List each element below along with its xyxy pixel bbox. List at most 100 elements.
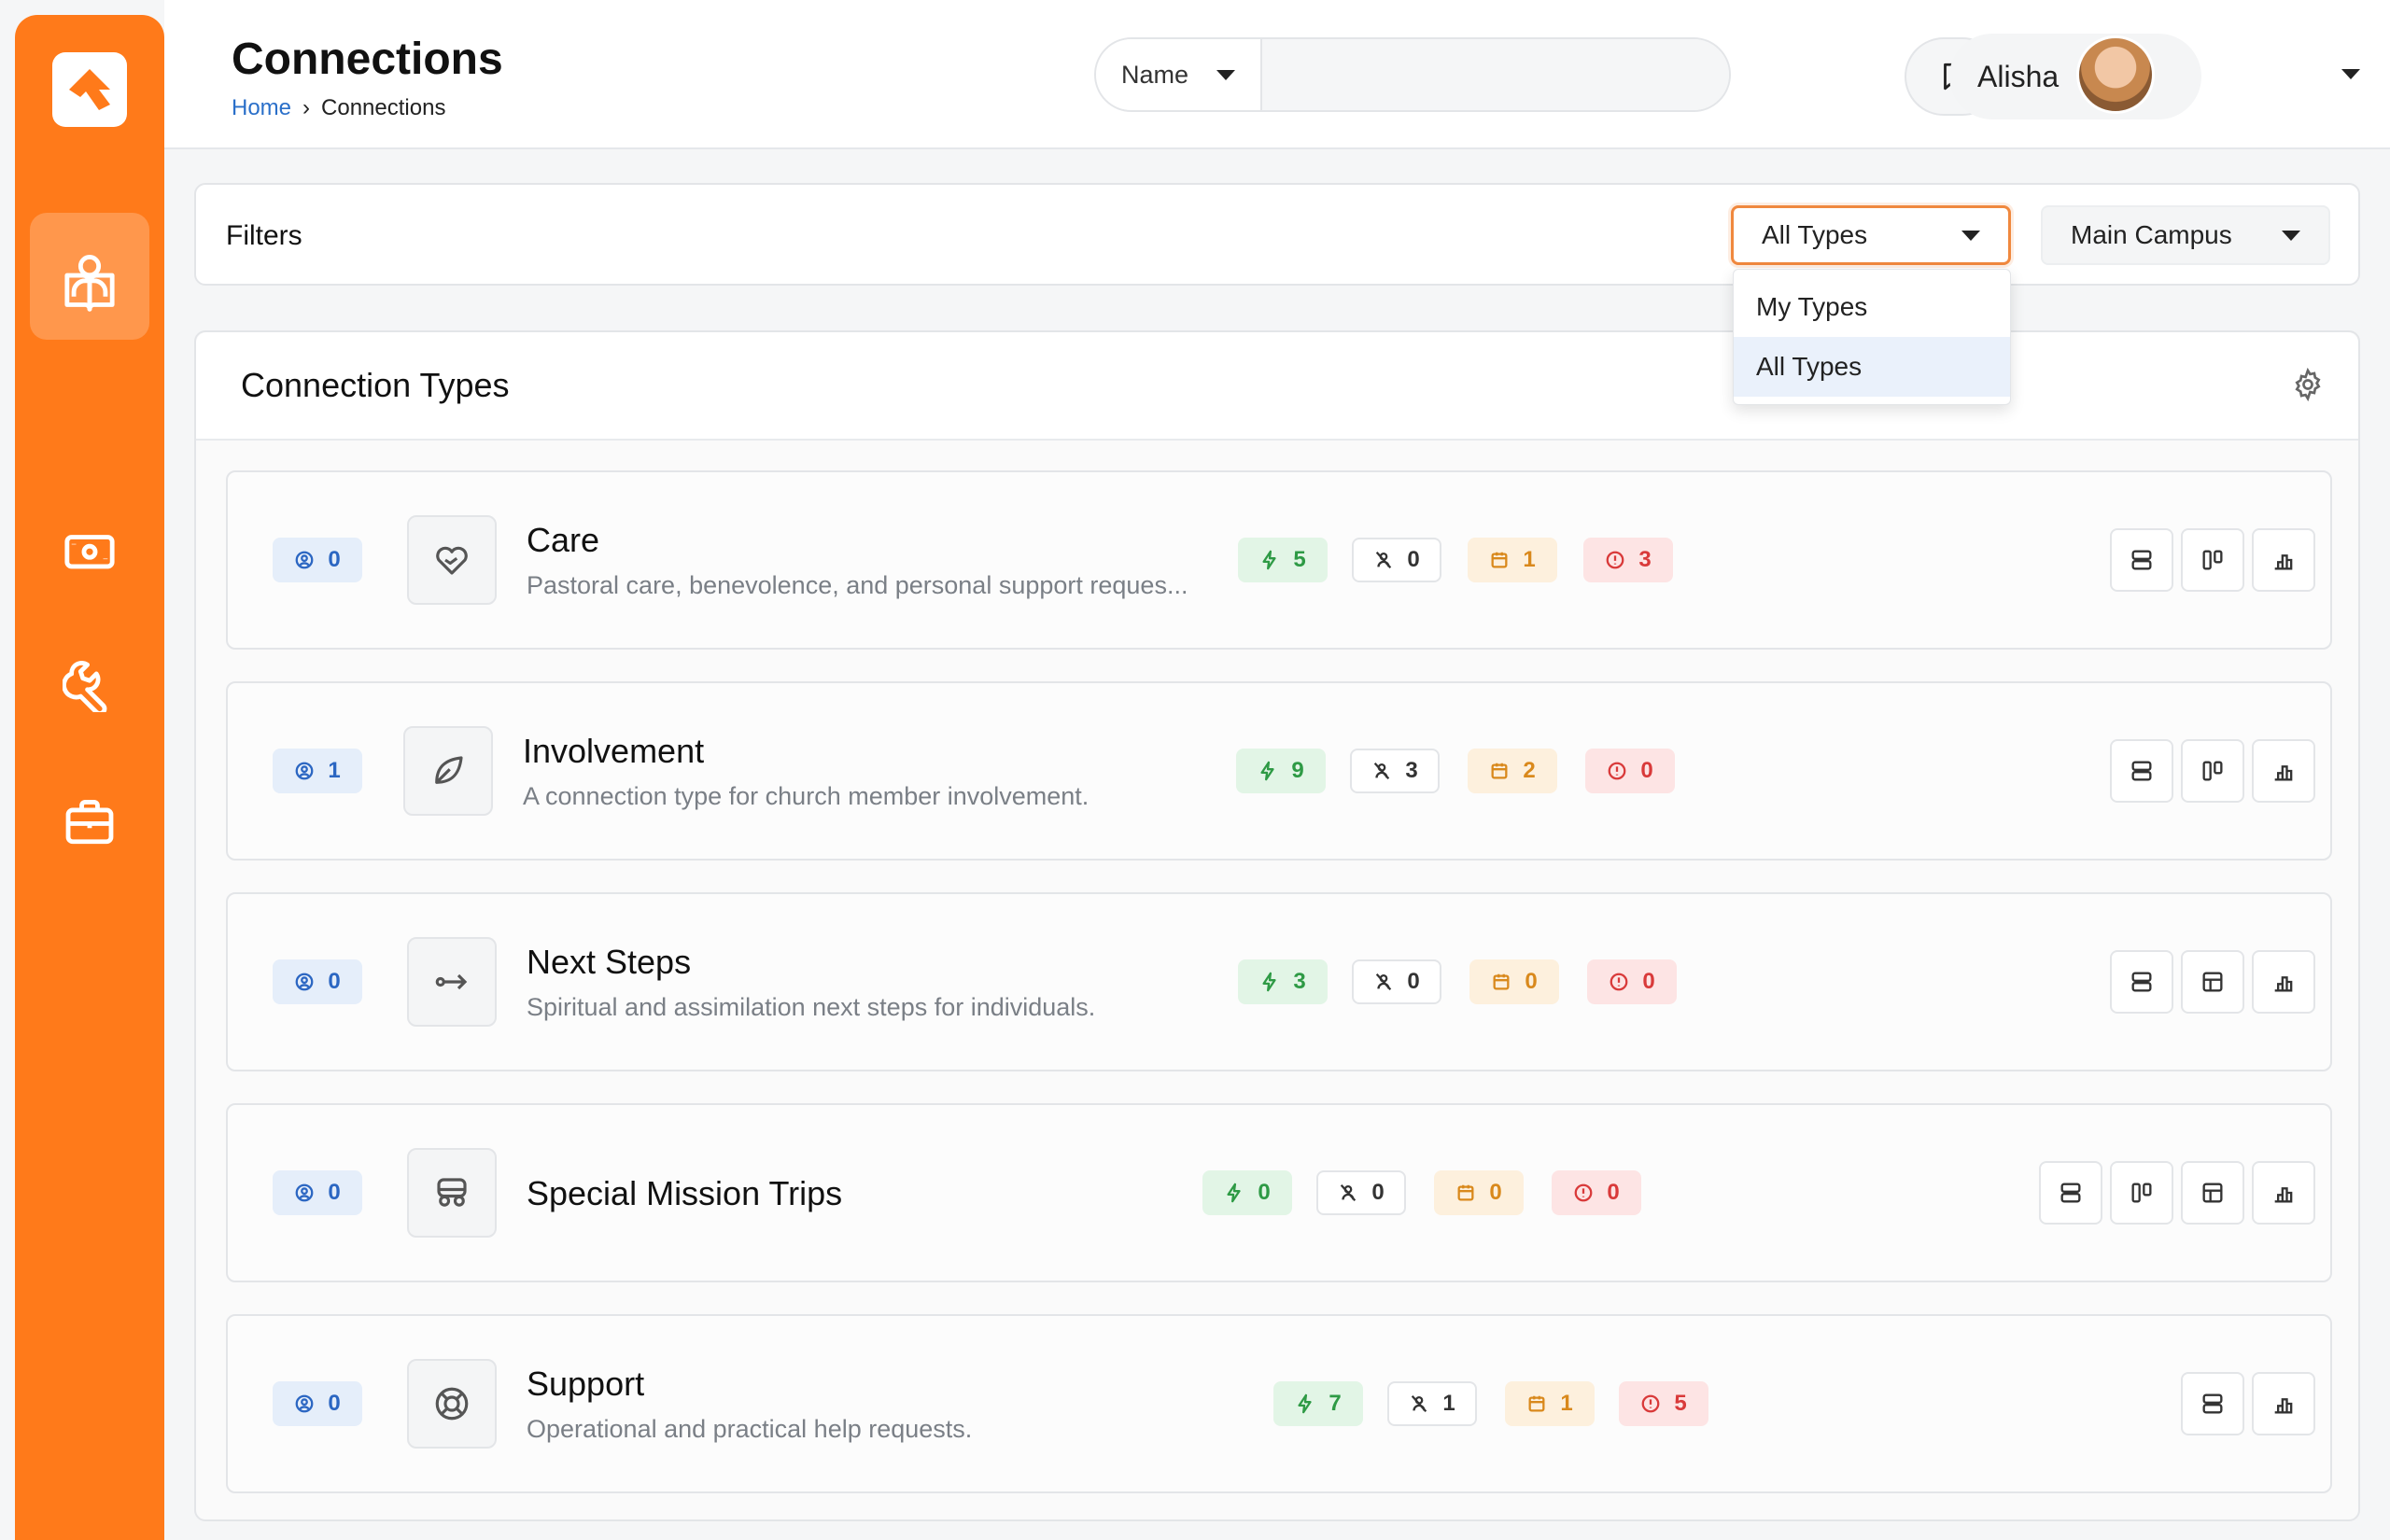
search-type-label: Name	[1120, 60, 1189, 89]
board-icon	[2131, 1183, 2152, 1203]
assigned-count: 0	[328, 969, 341, 994]
list-view-button[interactable]	[2110, 528, 2173, 592]
type-name[interactable]: Care	[527, 521, 599, 560]
list-view-button[interactable]	[2110, 739, 2173, 803]
campus-filter-value: Main Campus	[2071, 220, 2232, 249]
list-view-button[interactable]	[2039, 1161, 2102, 1225]
type-filter-value: All Types	[1762, 220, 1868, 249]
unassigned-count-badge: 0	[1316, 1170, 1406, 1215]
analytics-button[interactable]	[2252, 1372, 2315, 1435]
critical-count-badge: 3	[1583, 538, 1673, 582]
user-off-icon	[1374, 762, 1390, 780]
critical-count: 0	[1607, 1180, 1620, 1205]
user-off-icon	[1376, 973, 1392, 991]
connection-type-card[interactable]: 0 Support Operational and practical help…	[226, 1314, 2332, 1493]
active-count-badge: 3	[1238, 959, 1328, 1004]
analytics-button[interactable]	[2252, 739, 2315, 803]
type-name[interactable]: Special Mission Trips	[527, 1174, 842, 1213]
user-name: Alisha	[1977, 59, 2060, 93]
sidebar-item-finance[interactable]	[30, 487, 149, 614]
scheduled-count-badge: 1	[1505, 1381, 1595, 1426]
active-count: 7	[1329, 1391, 1342, 1416]
active-count-badge: 5	[1238, 538, 1328, 582]
assigned-count: 0	[328, 1180, 341, 1205]
user-off-icon	[1412, 1394, 1427, 1413]
breadcrumb: Home › Connections	[232, 95, 445, 121]
connection-type-card[interactable]: 0 Special Mission Trips 0 0 0 0	[226, 1103, 2332, 1282]
search-input[interactable]	[1262, 39, 1729, 110]
rows-icon	[2131, 972, 2152, 992]
alert-circle-icon	[1574, 1183, 1593, 1202]
board-view-button[interactable]	[2110, 1161, 2173, 1225]
critical-count-badge: 0	[1585, 749, 1675, 793]
scheduled-count: 2	[1523, 758, 1536, 783]
gear-icon[interactable]	[2291, 368, 2325, 401]
grid-icon	[2202, 972, 2223, 992]
panel-header: Connection Types	[196, 332, 2358, 441]
board-view-button[interactable]	[2181, 528, 2244, 592]
hand-heart-icon	[436, 546, 468, 575]
bar-chart-icon	[2274, 1187, 2293, 1203]
search-bar: Name	[1094, 37, 1731, 112]
user-circle-icon	[295, 1183, 314, 1202]
connection-type-card[interactable]: 0 Care Pastoral care, benevolence, and p…	[226, 470, 2332, 650]
user-chevron-down-icon[interactable]	[2341, 69, 2360, 79]
bolt-icon	[1260, 761, 1274, 781]
dropdown-option-all-types[interactable]: All Types	[1734, 337, 2010, 397]
assigned-count-badge: 0	[273, 1381, 362, 1426]
active-count: 9	[1291, 758, 1304, 783]
analytics-button[interactable]	[2252, 1161, 2315, 1225]
type-name[interactable]: Support	[527, 1365, 644, 1404]
filters-label: Filters	[226, 220, 302, 251]
user-circle-icon	[295, 551, 314, 569]
critical-count-badge: 5	[1619, 1381, 1708, 1426]
calendar-icon	[1491, 552, 1508, 568]
assigned-count: 0	[328, 1391, 341, 1416]
campus-filter-select[interactable]: Main Campus	[2041, 205, 2330, 265]
analytics-button[interactable]	[2252, 950, 2315, 1014]
connection-type-card[interactable]: 1 Involvement A connection type for chur…	[226, 681, 2332, 861]
assigned-count: 0	[328, 547, 341, 572]
grid-icon	[2202, 1183, 2223, 1203]
type-name[interactable]: Involvement	[523, 732, 704, 771]
rows-icon	[2060, 1183, 2081, 1203]
user-menu[interactable]: Alisha	[1949, 34, 2201, 119]
connection-type-card[interactable]: 0 Next Steps Spiritual and assimilation …	[226, 892, 2332, 1071]
dropdown-option-my-types[interactable]: My Types	[1734, 277, 2010, 337]
logo[interactable]	[52, 52, 127, 127]
avatar[interactable]	[2076, 35, 2155, 114]
type-filter-select[interactable]: All Types	[1731, 205, 2011, 265]
scheduled-count: 0	[1489, 1180, 1502, 1205]
active-count: 3	[1293, 969, 1306, 994]
alert-circle-icon	[1641, 1394, 1660, 1413]
grid-view-button[interactable]	[2181, 1161, 2244, 1225]
unassigned-count-badge: 0	[1352, 959, 1441, 1004]
calendar-icon	[1493, 973, 1510, 990]
page-title: Connections	[232, 35, 503, 84]
critical-count: 3	[1638, 547, 1652, 572]
type-name[interactable]: Next Steps	[527, 943, 691, 982]
search-type-select[interactable]: Name	[1096, 39, 1262, 110]
list-view-button[interactable]	[2181, 1372, 2244, 1435]
bar-chart-icon	[2274, 1398, 2293, 1414]
breadcrumb-home-link[interactable]: Home	[232, 95, 291, 121]
sidebar-item-admin[interactable]	[30, 758, 149, 885]
unassigned-count: 3	[1405, 758, 1418, 783]
person-icon	[71, 255, 108, 297]
rows-icon	[2131, 761, 2152, 781]
unassigned-count-badge: 1	[1387, 1381, 1477, 1426]
scheduled-count-badge: 2	[1468, 749, 1557, 793]
assigned-count-badge: 1	[273, 749, 362, 793]
sidebar-item-people[interactable]	[30, 213, 149, 340]
list-view-button[interactable]	[2110, 950, 2173, 1014]
sidebar-item-tools[interactable]	[30, 622, 149, 749]
board-view-button[interactable]	[2181, 739, 2244, 803]
grid-view-button[interactable]	[2181, 950, 2244, 1014]
critical-count: 0	[1642, 969, 1655, 994]
type-description: Pastoral care, benevolence, and personal…	[527, 571, 1188, 599]
bolt-icon	[1227, 1183, 1241, 1203]
analytics-button[interactable]	[2252, 528, 2315, 592]
type-description: Spiritual and assimilation next steps fo…	[527, 993, 1096, 1021]
breadcrumb-separator: ›	[302, 95, 311, 120]
calendar-icon	[1491, 763, 1508, 779]
